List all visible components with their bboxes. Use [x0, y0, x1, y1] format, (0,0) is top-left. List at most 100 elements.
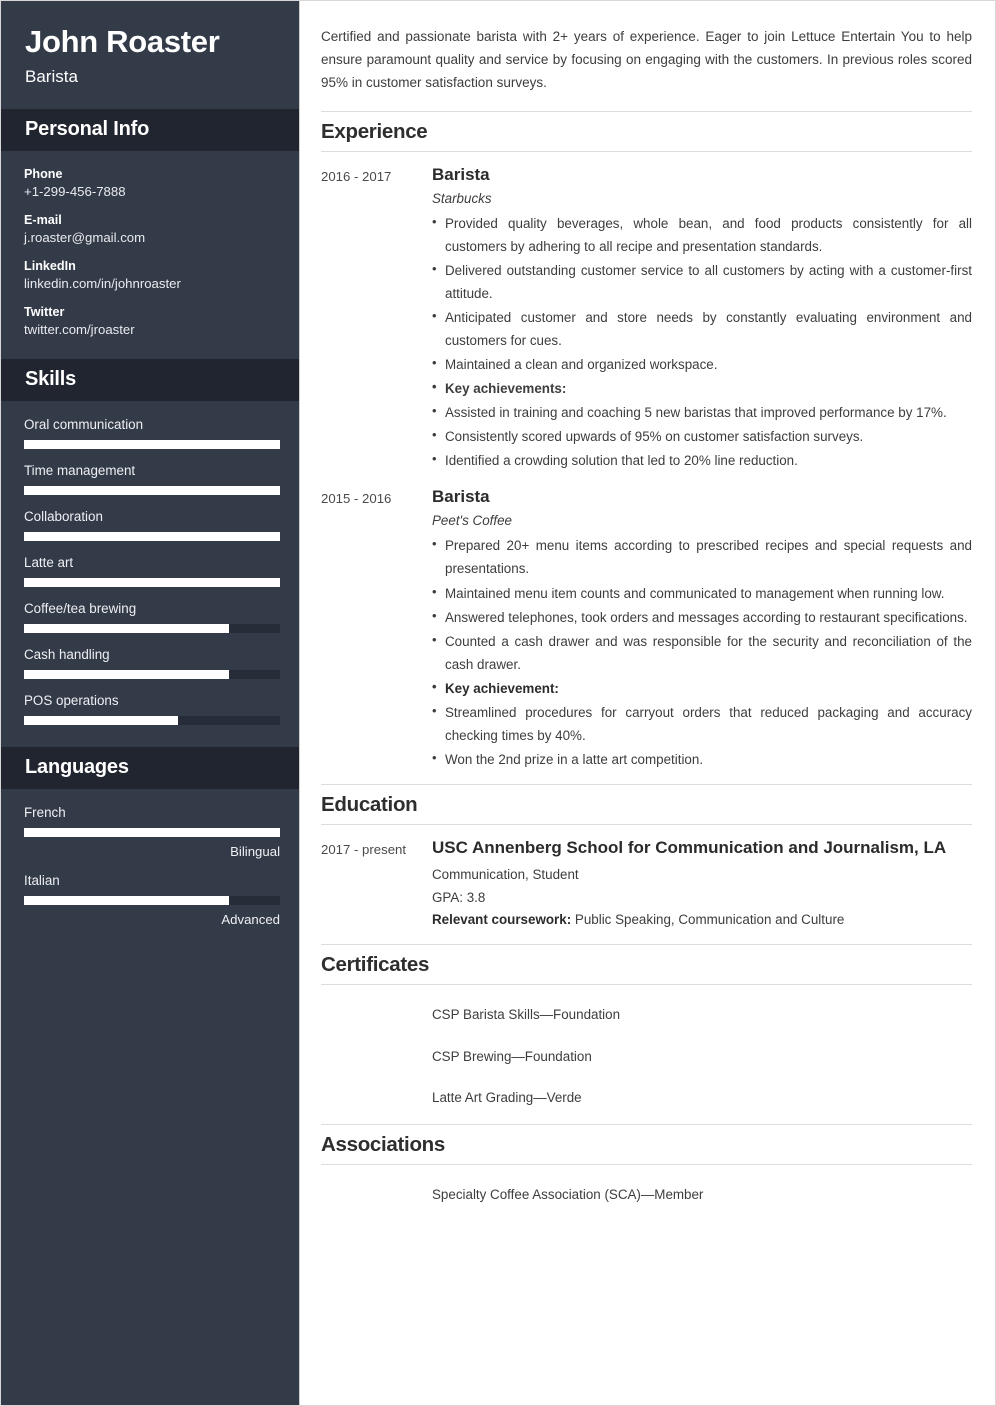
skill-meter-fill — [24, 577, 280, 587]
language-meter — [24, 827, 280, 837]
skill-meter-fill — [24, 485, 280, 495]
skills-heading-text: Skills — [25, 367, 77, 390]
personal-info-heading-text: Personal Info — [25, 117, 150, 140]
skill-meter — [24, 485, 280, 495]
bullet-item: Answered telephones, took orders and mes… — [432, 605, 972, 629]
contact-value[interactable]: j.roaster@gmail.com — [24, 230, 277, 245]
contact-item-phone: Phone +1-299-456-7888 — [24, 167, 277, 199]
bullet-item: Prepared 20+ menu items according to pre… — [432, 533, 972, 580]
key-achievements-label: Key achievements: — [432, 376, 972, 400]
language-item: French Bilingual — [24, 804, 280, 859]
skill-item: Coffee/tea brewing — [24, 600, 280, 633]
entry-bullet-list: Provided quality beverages, whole bean, … — [432, 211, 972, 473]
education-gpa: GPA: 3.8 — [432, 889, 486, 905]
associations-list: Specialty Coffee Association (SCA)—Membe… — [321, 1176, 972, 1205]
association-item: Specialty Coffee Association (SCA)—Membe… — [321, 1184, 972, 1205]
name-block: John Roaster Barista — [1, 1, 299, 109]
contact-value[interactable]: +1-299-456-7888 — [24, 184, 277, 199]
bullet-item: Maintained a clean and organized workspa… — [432, 352, 972, 376]
contact-label: LinkedIn — [24, 258, 76, 273]
experience-heading-text: Experience — [321, 119, 428, 143]
key-achievements-label: Key achievement: — [432, 676, 972, 700]
main-content: Certified and passionate barista with 2+… — [300, 1, 995, 1405]
certificate-text: CSP Barista Skills—Foundation — [432, 1007, 621, 1023]
contact-value[interactable]: linkedin.com/in/johnroaster — [24, 276, 277, 291]
bullet-item: Provided quality beverages, whole bean, … — [432, 211, 972, 258]
education-coursework-value: Public Speaking, Communication and Cultu… — [574, 912, 845, 928]
personal-info-list: Phone +1-299-456-7888 E-mail j.roaster@g… — [1, 151, 299, 359]
summary-paragraph: Certified and passionate barista with 2+… — [321, 29, 972, 91]
skill-label: Coffee/tea brewing — [24, 600, 137, 616]
certificates-heading: Certificates — [321, 944, 972, 986]
associations-heading: Associations — [321, 1124, 972, 1166]
languages-heading: Languages — [1, 746, 299, 789]
association-text: Specialty Coffee Association (SCA)—Membe… — [432, 1187, 704, 1203]
entry-title: Barista — [432, 164, 490, 184]
skill-item: Oral communication — [24, 416, 280, 449]
skill-meter — [24, 531, 280, 541]
contact-label: Phone — [24, 166, 63, 181]
achievement-item: Streamlined procedures for carryout orde… — [432, 700, 972, 747]
bullet-item: Counted a cash drawer and was responsibl… — [432, 629, 972, 676]
achievement-item: Identified a crowding solution that led … — [432, 448, 972, 472]
entry-body: Barista Peet's Coffee Prepared 20+ menu … — [432, 485, 972, 772]
contact-label: E-mail — [24, 212, 62, 227]
skill-item: POS operations — [24, 693, 280, 725]
skill-meter — [24, 439, 280, 449]
education-major: Communication, Student — [432, 867, 579, 883]
language-item: Italian Advanced — [24, 872, 280, 927]
language-level: Advanced — [221, 911, 280, 927]
contact-value[interactable]: twitter.com/jroaster — [24, 322, 277, 337]
bullet-item: Anticipated customer and store needs by … — [432, 305, 972, 352]
experience-entry: 2015 - 2016 Barista Peet's Coffee Prepar… — [321, 485, 972, 772]
contact-item-twitter: Twitter twitter.com/jroaster — [24, 305, 277, 337]
certificate-text: Latte Art Grading—Verde — [432, 1090, 582, 1105]
languages-list: French Bilingual Italian Advanced — [1, 789, 299, 949]
achievement-item: Won the 2nd prize in a latte art competi… — [432, 747, 972, 771]
education-coursework-label: Relevant coursework: — [432, 912, 572, 928]
certificates-section: Certificates CSP Barista Skills—Foundati… — [321, 944, 972, 1124]
language-meter-fill — [24, 827, 280, 837]
certificates-list: CSP Barista Skills—Foundation CSP Brewin… — [321, 996, 972, 1124]
entry-title: USC Annenberg School for Communication a… — [432, 837, 947, 857]
bullet-item: Maintained menu item counts and communic… — [432, 581, 972, 605]
sidebar: John Roaster Barista Personal Info Phone… — [1, 1, 300, 1405]
skill-label: Cash handling — [24, 646, 110, 662]
experience-entry: 2016 - 2017 Barista Starbucks Provided q… — [321, 163, 972, 474]
associations-heading-text: Associations — [321, 1133, 445, 1157]
experience-section: Experience 2016 - 2017 Barista Starbucks… — [321, 110, 972, 772]
language-label: French — [24, 804, 66, 820]
language-label: Italian — [24, 872, 60, 888]
skills-heading: Skills — [1, 358, 299, 401]
job-title: Barista — [25, 66, 78, 86]
skills-list: Oral communication Time management Colla… — [1, 401, 299, 747]
date-spacer — [321, 1087, 432, 1108]
date-spacer — [321, 1004, 432, 1025]
skill-meter-fill — [24, 669, 229, 679]
skill-item: Time management — [24, 463, 280, 495]
entry-subtitle: Peet's Coffee — [432, 513, 512, 529]
certificates-heading-text: Certificates — [321, 953, 430, 977]
date-spacer — [321, 1046, 432, 1067]
language-meter-fill — [24, 895, 229, 905]
page-title: John Roaster — [25, 24, 220, 59]
education-heading-text: Education — [321, 792, 418, 816]
contact-item-linkedin: LinkedIn linkedin.com/in/johnroaster — [24, 259, 277, 291]
skill-item: Latte art — [24, 555, 280, 587]
entry-title: Barista — [432, 487, 490, 507]
resume-page: John Roaster Barista Personal Info Phone… — [0, 0, 996, 1406]
entry-bullet-list: Prepared 20+ menu items according to pre… — [432, 533, 972, 771]
entry-date: 2015 - 2016 — [321, 491, 392, 507]
skill-meter-fill — [24, 439, 280, 449]
bullet-item: Delivered outstanding customer service t… — [432, 258, 972, 305]
skill-label: Oral communication — [24, 416, 144, 432]
achievement-item: Assisted in training and coaching 5 new … — [432, 400, 972, 424]
skill-meter — [24, 577, 280, 587]
skill-meter-fill — [24, 531, 280, 541]
certificate-item: CSP Brewing—Foundation — [321, 1046, 972, 1067]
entry-body: USC Annenberg School for Communication a… — [432, 836, 972, 932]
education-entry: 2017 - present USC Annenberg School for … — [321, 836, 972, 932]
associations-section: Associations Specialty Coffee Associatio… — [321, 1124, 972, 1205]
skill-label: Collaboration — [24, 508, 103, 524]
certificate-text: CSP Brewing—Foundation — [432, 1048, 592, 1064]
